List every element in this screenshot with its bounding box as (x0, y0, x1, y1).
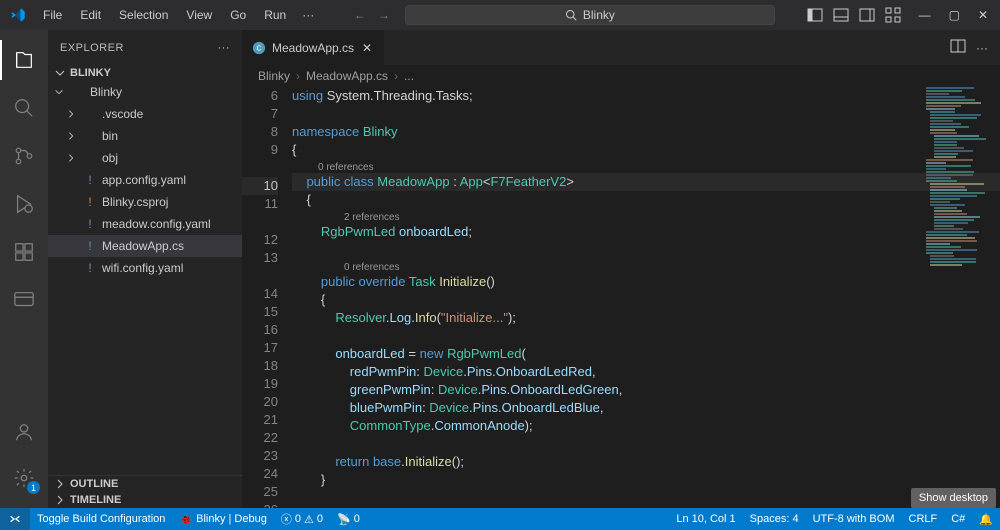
code-content[interactable]: using System.Threading.Tasks; namespace … (292, 87, 1000, 508)
explorer-more-icon[interactable]: ··· (218, 42, 231, 54)
split-editor-icon[interactable] (950, 38, 966, 57)
nav-back-icon[interactable]: ← (354, 8, 366, 22)
activity-search[interactable] (0, 88, 48, 128)
maximize-icon[interactable]: ▢ (949, 8, 960, 22)
close-icon[interactable]: ✕ (978, 8, 988, 22)
tree-item[interactable]: !app.config.yaml (48, 169, 242, 191)
menu-view[interactable]: View (178, 4, 220, 26)
codelens[interactable]: 2 references (292, 209, 1000, 223)
line-numbers: 6789 1011 1213 1415161718192021222324252… (242, 87, 292, 508)
nav-forward-icon[interactable]: → (378, 8, 390, 22)
menu-edit[interactable]: Edit (72, 4, 109, 26)
status-debug-target[interactable]: 🐞 Blinky | Debug (172, 508, 273, 530)
menu-go[interactable]: Go (222, 4, 254, 26)
code-area[interactable]: 6789 1011 1213 1415161718192021222324252… (242, 87, 1000, 508)
tab-bar: C MeadowApp.cs ✕ ··· (242, 30, 1000, 65)
activity-extensions[interactable] (0, 232, 48, 272)
tree-item[interactable]: !meadow.config.yaml (48, 213, 242, 235)
titlebar: FileEditSelectionViewGoRun ··· ← → Blink… (0, 0, 1000, 30)
editor: C MeadowApp.cs ✕ ··· Blinky›MeadowApp.cs… (242, 30, 1000, 508)
editor-more-icon[interactable]: ··· (976, 41, 988, 55)
layout-sidebar-right-icon[interactable] (859, 7, 875, 23)
breadcrumb[interactable]: Blinky›MeadowApp.cs›... (242, 65, 1000, 87)
tooltip-show-desktop: Show desktop (911, 488, 996, 508)
remote-button[interactable] (0, 508, 30, 530)
sidebar: EXPLORER ··· BLINKY Blinky.vscodebinobj!… (48, 30, 242, 508)
layout-panel-icon[interactable] (833, 7, 849, 23)
file-icon: ! (82, 173, 98, 187)
activity-explorer[interactable] (0, 40, 48, 80)
chevron-right-icon (54, 478, 66, 490)
chevron-down-icon (54, 67, 66, 79)
svg-text:C: C (256, 45, 261, 52)
status-ports[interactable]: 📡 0 (330, 508, 367, 530)
outline-section[interactable]: OUTLINE (48, 476, 242, 492)
breadcrumb-item[interactable]: ... (404, 69, 414, 83)
file-icon: ! (82, 239, 98, 253)
csharp-file-icon: C (252, 41, 266, 55)
file-icon: ! (82, 261, 98, 275)
menu-overflow[interactable]: ··· (294, 4, 322, 26)
settings-badge: 1 (27, 481, 40, 494)
status-encoding[interactable]: UTF-8 with BOM (806, 508, 902, 530)
status-indent[interactable]: Spaces: 4 (743, 508, 806, 530)
tab-meadowapp[interactable]: C MeadowApp.cs ✕ (242, 30, 385, 65)
tree-item[interactable]: !Blinky.csproj (48, 191, 242, 213)
project-name: BLINKY (70, 67, 111, 79)
layout-customize-icon[interactable] (885, 7, 901, 23)
menu-file[interactable]: File (35, 4, 70, 26)
codelens[interactable]: 0 references (292, 259, 1000, 273)
status-cursor-pos[interactable]: Ln 10, Col 1 (669, 508, 742, 530)
search-icon (565, 9, 577, 21)
tree-item[interactable]: !MeadowApp.cs (48, 235, 242, 257)
file-icon: ! (82, 195, 98, 209)
tab-close-icon[interactable]: ✕ (360, 41, 374, 55)
status-problems[interactable]: ⓧ 0 ⚠ 0 (274, 508, 330, 530)
activity-source-control[interactable] (0, 136, 48, 176)
activity-account[interactable] (0, 412, 48, 452)
tree-item[interactable]: obj (48, 147, 242, 169)
menu-run[interactable]: Run (256, 4, 294, 26)
minimize-icon[interactable]: — (919, 8, 931, 22)
codelens[interactable]: 0 references (292, 159, 1000, 173)
breadcrumb-item[interactable]: Blinky (258, 69, 290, 83)
chevron-right-icon (54, 494, 66, 506)
breadcrumb-item[interactable]: MeadowApp.cs (306, 69, 388, 83)
timeline-section[interactable]: TIMELINE (48, 492, 242, 508)
minimap[interactable] (926, 87, 986, 287)
app-logo (0, 7, 35, 23)
codelens[interactable]: 0 references (292, 507, 1000, 508)
activity-bar: 1 (0, 30, 48, 508)
status-toggle-build[interactable]: Toggle Build Configuration (30, 508, 172, 530)
file-tree: Blinky.vscodebinobj!app.config.yaml!Blin… (48, 81, 242, 475)
tree-item[interactable]: bin (48, 125, 242, 147)
file-icon: ! (82, 217, 98, 231)
tree-item[interactable]: Blinky (48, 81, 242, 103)
activity-remote[interactable] (0, 280, 48, 320)
activity-run[interactable] (0, 184, 48, 224)
tree-item[interactable]: !wifi.config.yaml (48, 257, 242, 279)
command-center[interactable]: Blinky (405, 5, 775, 25)
explorer-title: EXPLORER (60, 42, 124, 54)
search-text: Blinky (583, 8, 615, 22)
status-notifications-icon[interactable]: 🔔 (972, 508, 1000, 530)
tab-label: MeadowApp.cs (272, 41, 354, 55)
menu-bar: FileEditSelectionViewGoRun (35, 4, 294, 26)
menu-selection[interactable]: Selection (111, 4, 176, 26)
tree-item[interactable]: .vscode (48, 103, 242, 125)
statusbar: Toggle Build Configuration 🐞 Blinky | De… (0, 508, 1000, 530)
status-eol[interactable]: CRLF (902, 508, 945, 530)
layout-sidebar-left-icon[interactable] (807, 7, 823, 23)
project-section[interactable]: BLINKY (48, 65, 242, 81)
activity-settings[interactable]: 1 (0, 458, 48, 498)
status-language[interactable]: C# (944, 508, 972, 530)
